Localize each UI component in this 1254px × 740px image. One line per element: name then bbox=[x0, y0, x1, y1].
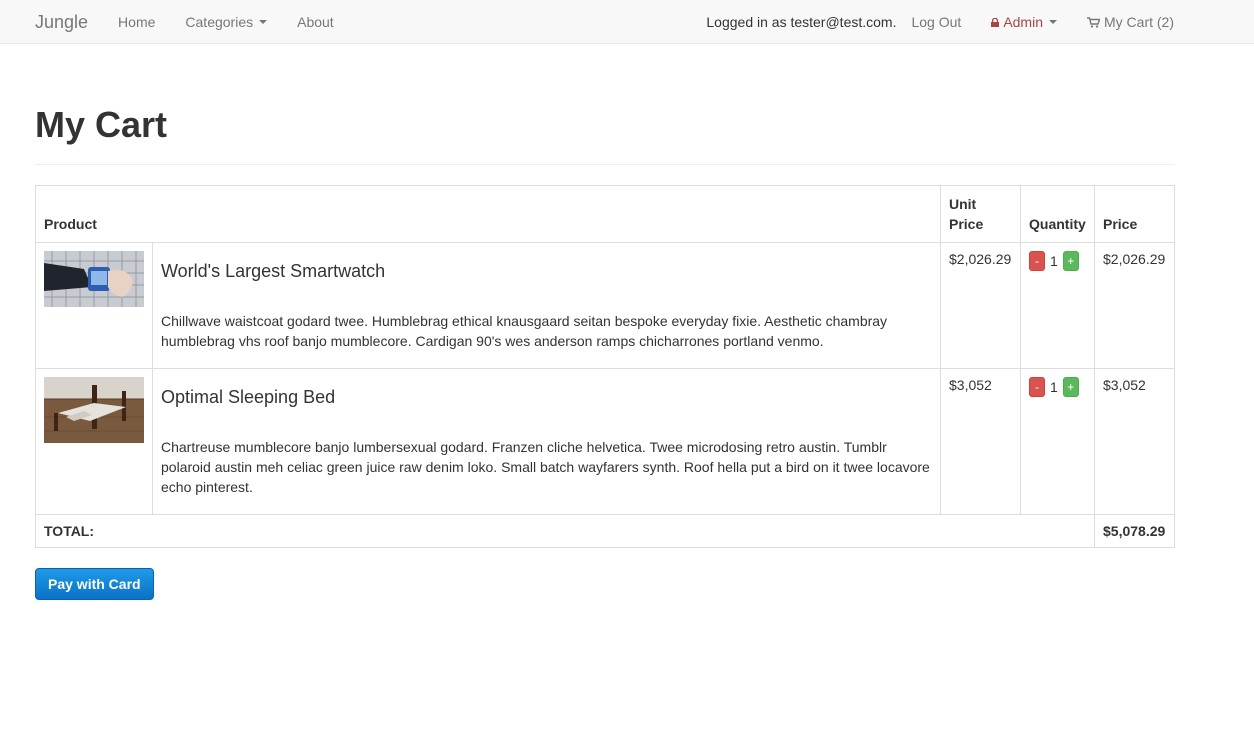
table-row: Optimal Sleeping Bed Chartreuse mumbleco… bbox=[35, 368, 1175, 515]
brand-logo[interactable]: Jungle bbox=[35, 12, 88, 33]
cart-table: Product Unit Price Quantity Price World'… bbox=[35, 185, 1175, 548]
product-image-cell bbox=[35, 368, 153, 515]
product-description: Chillwave waistcoat godard twee. Humbleb… bbox=[161, 313, 888, 349]
nav-categories[interactable]: Categories bbox=[185, 14, 268, 30]
header-price: Price bbox=[1094, 185, 1175, 243]
product-description: Chartreuse mumblecore banjo lumbersexual… bbox=[161, 439, 930, 495]
shopping-cart-icon bbox=[1087, 16, 1100, 28]
increase-quantity-button[interactable]: + bbox=[1062, 251, 1079, 271]
product-name[interactable]: Optimal Sleeping Bed bbox=[161, 387, 932, 407]
caret-down-icon bbox=[259, 20, 268, 24]
my-cart-label: My Cart (2) bbox=[1104, 14, 1174, 30]
admin-label: Admin bbox=[1003, 14, 1043, 30]
navbar-right: Logged in as tester@test.com. Log Out Ad… bbox=[706, 14, 1174, 30]
header-product: Product bbox=[35, 185, 941, 243]
nav-categories-label: Categories bbox=[185, 14, 254, 30]
total-label: TOTAL: bbox=[35, 514, 1095, 548]
navbar-inner: Jungle Home Categories About Logged in a… bbox=[35, 0, 1174, 44]
navbar: Jungle Home Categories About Logged in a… bbox=[0, 0, 1254, 44]
header-unit-price-line2: Price bbox=[949, 216, 984, 232]
product-info-cell: Optimal Sleeping Bed Chartreuse mumbleco… bbox=[152, 368, 941, 515]
my-cart-link[interactable]: My Cart (2) bbox=[1087, 14, 1174, 30]
nav-about[interactable]: About bbox=[297, 14, 334, 30]
unit-price-cell: $2,026.29 bbox=[940, 242, 1021, 369]
logout-link[interactable]: Log Out bbox=[911, 14, 961, 30]
product-image-cell bbox=[35, 242, 153, 369]
smartwatch-product-image[interactable] bbox=[44, 251, 144, 307]
decrease-quantity-button[interactable]: - bbox=[1029, 251, 1045, 271]
main-container: My Cart Product Unit Price Quantity Pric… bbox=[35, 44, 1175, 600]
page-title: My Cart bbox=[35, 104, 168, 145]
quantity-stepper: - 1 + bbox=[1029, 251, 1086, 271]
price-cell: $3,052 bbox=[1094, 368, 1175, 515]
header-quantity: Quantity bbox=[1020, 185, 1095, 243]
total-row: TOTAL: $5,078.29 bbox=[35, 514, 1175, 548]
nav-home[interactable]: Home bbox=[118, 14, 155, 30]
quantity-value: 1 bbox=[1050, 253, 1058, 269]
caret-down-icon bbox=[1049, 20, 1057, 24]
total-value: $5,078.29 bbox=[1094, 514, 1175, 548]
quantity-cell: - 1 + bbox=[1020, 368, 1095, 515]
price-cell: $2,026.29 bbox=[1094, 242, 1175, 369]
lock-icon bbox=[991, 17, 1000, 27]
logged-in-text: Logged in as tester@test.com. bbox=[706, 14, 897, 30]
product-info-cell: World's Largest Smartwatch Chillwave wai… bbox=[152, 242, 941, 369]
pay-with-card-button[interactable]: Pay with Card bbox=[35, 568, 154, 600]
header-unit-price-line1: Unit bbox=[949, 196, 977, 212]
admin-dropdown[interactable]: Admin bbox=[991, 14, 1057, 30]
decrease-quantity-button[interactable]: - bbox=[1029, 377, 1045, 397]
divider bbox=[35, 164, 1175, 165]
bed-product-image[interactable] bbox=[44, 377, 144, 443]
quantity-stepper: - 1 + bbox=[1029, 377, 1086, 397]
table-header-row: Product Unit Price Quantity Price bbox=[35, 185, 1175, 243]
table-row: World's Largest Smartwatch Chillwave wai… bbox=[35, 242, 1175, 369]
quantity-cell: - 1 + bbox=[1020, 242, 1095, 369]
quantity-value: 1 bbox=[1050, 379, 1058, 395]
increase-quantity-button[interactable]: + bbox=[1062, 377, 1079, 397]
product-name[interactable]: World's Largest Smartwatch bbox=[161, 261, 932, 281]
header-unit-price: Unit Price bbox=[940, 185, 1021, 243]
unit-price-cell: $3,052 bbox=[940, 368, 1021, 515]
